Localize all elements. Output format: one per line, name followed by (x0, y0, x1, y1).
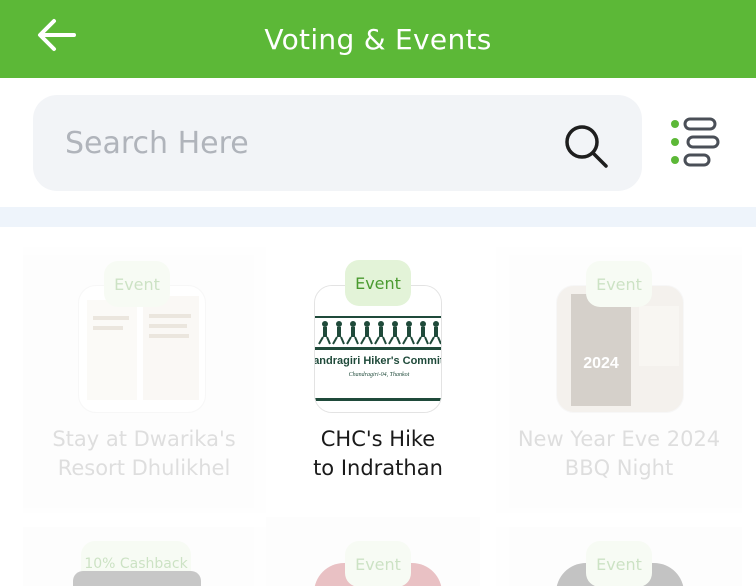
event-badge: Event (345, 541, 411, 586)
events-grid: Event Stay at Dwarika's Resort Dhulikhel (0, 227, 756, 586)
section-divider (0, 207, 756, 227)
event-title: CHC's Hike to Indrathan (313, 427, 443, 480)
event-badge: Event (104, 261, 170, 307)
event-title: New Year Eve 2024 BBQ Night (517, 427, 721, 480)
event-thumbnail (73, 571, 201, 586)
event-card[interactable]: 10% Cashback (23, 527, 266, 586)
search-icon[interactable] (560, 120, 612, 172)
event-card[interactable]: Event Stay at Dwarika's Resort Dhulikhel (23, 247, 266, 513)
event-card[interactable]: Event (266, 517, 480, 586)
event-card[interactable]: 2024 Event New Year Eve 2024 BBQ Night (496, 247, 742, 513)
event-title: Stay at Dwarika's Resort Dhulikhel (52, 427, 236, 480)
logo-title: Chandragiri Hiker's Committee (315, 355, 442, 367)
search-input[interactable] (65, 121, 535, 165)
event-badge: Event (586, 261, 652, 307)
poster-year: 2024 (583, 355, 619, 372)
app-header: Voting & Events (0, 0, 756, 78)
event-badge: Event (345, 260, 411, 306)
event-card[interactable]: Event (496, 527, 742, 586)
page-title: Voting & Events (264, 22, 492, 56)
back-arrow-icon[interactable] (36, 17, 78, 53)
event-badge: Event (586, 541, 652, 586)
filter-list-icon[interactable] (668, 116, 724, 170)
logo-subtitle: Chandragiri-04, Thankot (349, 371, 410, 378)
search-bar[interactable] (33, 95, 642, 191)
event-card[interactable]: Chandragiri Hiker's Committee Chandragir… (266, 247, 480, 513)
